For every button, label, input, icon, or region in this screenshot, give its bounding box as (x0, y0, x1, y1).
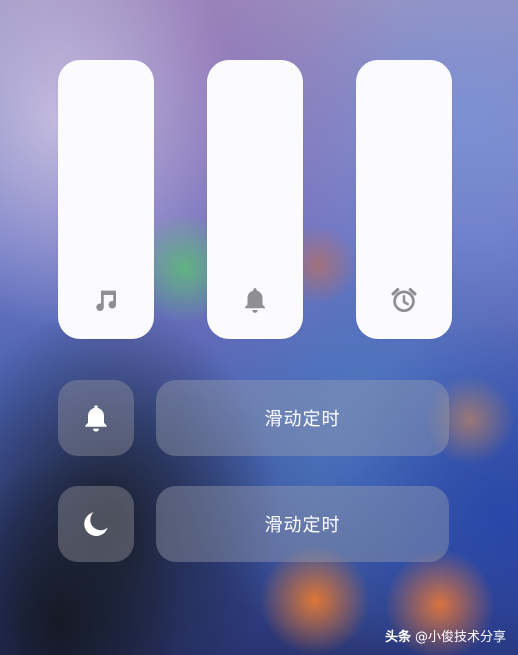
slide-timer-label: 滑动定时 (264, 409, 341, 430)
bell-icon (80, 402, 112, 434)
slide-timer-button[interactable]: 滑动定时 (156, 486, 449, 562)
do-not-disturb-toggle[interactable] (58, 486, 134, 562)
slide-timer-button[interactable]: 滑动定时 (156, 380, 449, 456)
ringtone-volume-slider[interactable] (207, 60, 303, 339)
moon-icon (80, 508, 112, 540)
watermark-brand: 头条 (384, 630, 411, 645)
alarm-volume-slider[interactable] (356, 60, 452, 339)
music-note-icon (91, 285, 121, 315)
watermark-account: @小俊技术分享 (414, 630, 506, 645)
ring-mode-toggle[interactable] (58, 380, 134, 456)
slide-timer-label: 滑动定时 (264, 515, 341, 536)
watermark: 头条 @小俊技术分享 (385, 626, 506, 645)
media-volume-slider[interactable] (58, 60, 154, 339)
alarm-clock-icon (389, 285, 419, 315)
bell-icon (240, 285, 270, 315)
